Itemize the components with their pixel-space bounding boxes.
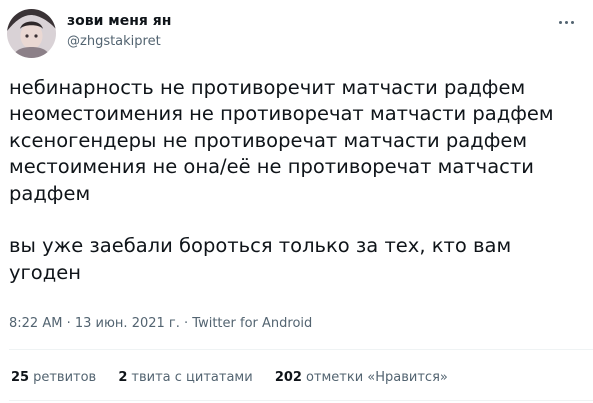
tweet-line: неоместоимения не противоречат матчасти … bbox=[9, 102, 554, 126]
more-horizontal-icon bbox=[558, 20, 562, 24]
tweet-meta: 8:22 AM · 13 июн. 2021 г. · Twitter for … bbox=[9, 315, 312, 333]
avatar[interactable] bbox=[7, 9, 56, 58]
likes-label: отметки «Нравится» bbox=[305, 370, 448, 385]
tweet-line: вы уже заебали бороться только за тех, к… bbox=[9, 234, 512, 258]
retweets-stat[interactable]: 25 ретвитов bbox=[11, 369, 96, 387]
avatar-image bbox=[7, 9, 56, 58]
author-name[interactable]: зови меня ян bbox=[67, 12, 171, 30]
tweet-text: небинарность не противоречит матчасти ра… bbox=[9, 75, 587, 286]
meta-separator: · bbox=[184, 316, 189, 331]
meta-separator: · bbox=[66, 316, 71, 331]
retweets-label: ретвитов bbox=[33, 370, 97, 385]
tweet-line: местоимения не она/её не противоречат ма… bbox=[9, 155, 534, 179]
tweet-source[interactable]: Twitter for Android bbox=[192, 316, 312, 331]
tweet-stats: 25 ретвитов 2 твита с цитатами 202 отметки … bbox=[11, 369, 466, 387]
tweet-line: небинарность не противоречит матчасти ра… bbox=[9, 76, 526, 99]
divider bbox=[9, 349, 593, 350]
tweet-line: ксеногендеры не противоречат матчасти ра… bbox=[9, 128, 528, 152]
tweet-line: радфем bbox=[9, 181, 91, 205]
tweet-date[interactable]: 13 июн. 2021 г. bbox=[75, 316, 180, 331]
tweet-time[interactable]: 8:22 AM bbox=[9, 316, 62, 331]
likes-count: 202 bbox=[274, 370, 302, 385]
retweets-count: 25 bbox=[11, 370, 30, 385]
quotes-stat[interactable]: 2 твита с цитатами bbox=[118, 369, 252, 387]
tweet-line: угоден bbox=[9, 260, 81, 284]
quotes-label: твита с цитатами bbox=[131, 370, 253, 385]
quotes-count: 2 bbox=[118, 370, 128, 385]
author-handle[interactable]: @zhgstakipret bbox=[67, 33, 161, 51]
likes-stat[interactable]: 202 отметки «Нравится» bbox=[275, 369, 448, 387]
divider bbox=[9, 400, 593, 401]
more-options-button[interactable] bbox=[553, 11, 579, 33]
